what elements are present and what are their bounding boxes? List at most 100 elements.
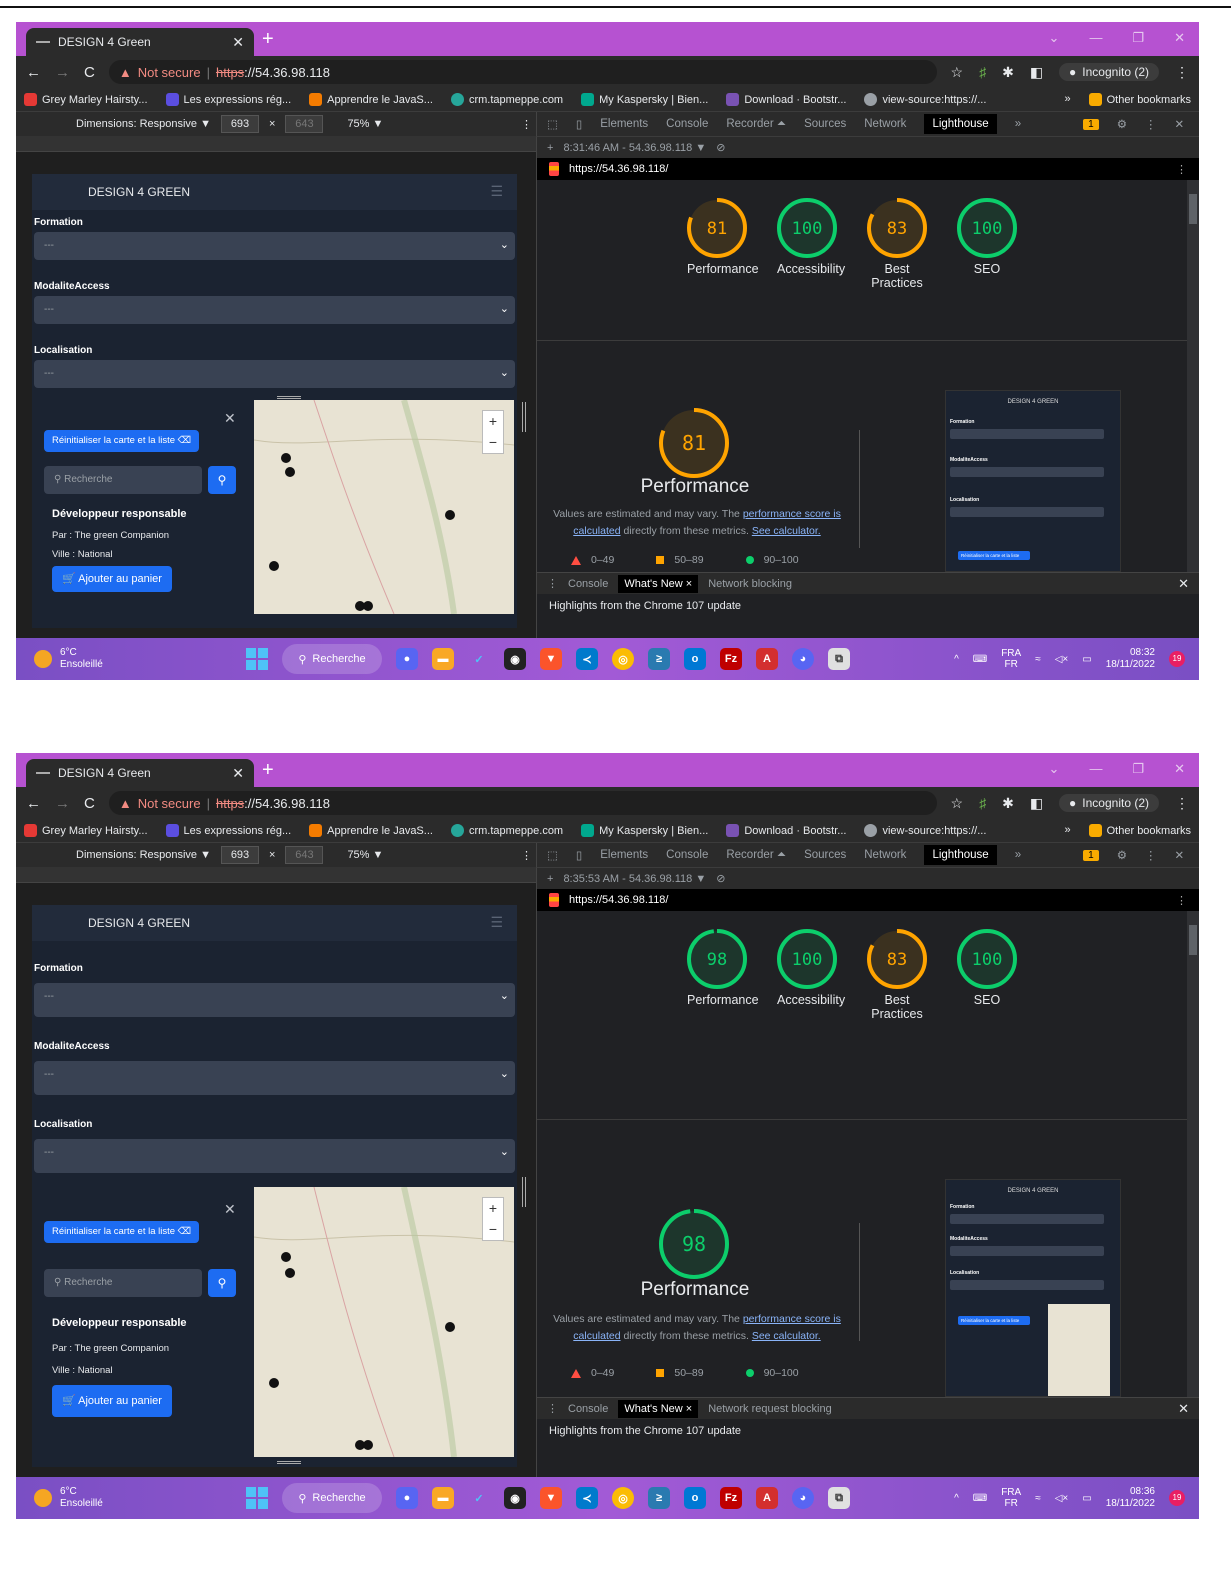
bookmark-item[interactable]: crm.tapmeppe.com (450, 93, 563, 106)
side-panel-icon[interactable]: ◧ (1030, 795, 1043, 812)
site-brand[interactable]: DESIGN 4 GREEN (88, 916, 190, 930)
dimensions-select[interactable]: Dimensions: Responsive ▼ (76, 849, 211, 861)
weather-widget[interactable]: 6°C Ensoleillé (34, 647, 103, 671)
search-input[interactable]: ⚲ Recherche (44, 466, 202, 494)
new-tab-icon[interactable]: + (262, 759, 274, 782)
discord-icon[interactable]: ◕ (792, 648, 814, 670)
discord-icon[interactable]: ◕ (792, 1487, 814, 1509)
drawer-tab-network-blocking[interactable]: Network request blocking (708, 1403, 832, 1415)
score-gauge-accessibility[interactable]: 100 Accessibility (777, 929, 845, 1021)
tab-console[interactable]: Console (666, 118, 708, 130)
maximize-icon[interactable]: ❐ (1132, 30, 1144, 46)
tab-search-icon[interactable]: ⌄ (1049, 30, 1060, 46)
chrome-icon[interactable]: ◎ (612, 648, 634, 670)
more-tabs-icon[interactable]: » (1015, 118, 1021, 130)
drawer-tab-console[interactable]: Console (568, 578, 608, 590)
incognito-badge[interactable]: ● Incognito (2) (1059, 63, 1159, 81)
password-manager-icon[interactable]: ◉ (504, 1487, 526, 1509)
new-tab-icon[interactable]: + (262, 28, 274, 51)
window-close-icon[interactable]: ✕ (1174, 30, 1185, 46)
score-gauge-best-practices[interactable]: 83 Best Practices (867, 198, 927, 290)
report-selector[interactable]: 8:31:46 AM - 54.36.98.118 ▼ (563, 142, 706, 154)
panel-close-icon[interactable]: ✕ (224, 410, 236, 427)
other-bookmarks[interactable]: Other bookmarks (1088, 93, 1191, 106)
wifi-icon[interactable]: ≈ (1035, 1493, 1041, 1504)
weather-widget[interactable]: 6°C Ensoleillé (34, 1486, 103, 1510)
extension-icon[interactable]: ♯ (979, 64, 986, 80)
tray-chevron-icon[interactable]: ^ (954, 1493, 959, 1504)
filezilla-icon[interactable]: Fz (720, 648, 742, 670)
settings-gear-icon[interactable]: ⚙ (1117, 117, 1127, 131)
bookmark-item[interactable]: Les expressions rég... (165, 93, 291, 106)
acrobat-icon[interactable]: A (756, 648, 778, 670)
device-menu-icon[interactable]: ⋮ (521, 849, 532, 862)
hamburger-icon[interactable]: ☰ (490, 914, 503, 931)
reload-icon[interactable]: C (84, 64, 95, 81)
map-view[interactable]: + − (254, 1187, 514, 1457)
report-url[interactable]: https://54.36.98.118/ (569, 894, 668, 906)
bookmark-item[interactable]: Download · Bootstr... (726, 93, 846, 106)
drawer-close-icon[interactable]: ✕ (1178, 1401, 1189, 1417)
site-brand[interactable]: DESIGN 4 GREEN (88, 185, 190, 199)
new-report-icon[interactable]: + (547, 142, 553, 154)
windows-start-icon[interactable] (246, 648, 268, 670)
course-title[interactable]: Développeur responsable (52, 508, 187, 520)
zoom-select[interactable]: 75% ▼ (347, 849, 383, 861)
bookmark-item[interactable]: Grey Marley Hairsty... (24, 93, 148, 106)
more-bookmarks-icon[interactable]: » (1065, 824, 1071, 837)
report-selector[interactable]: 8:35:53 AM - 54.36.98.118 ▼ (563, 873, 706, 885)
reset-map-button[interactable]: Réinitialiser la carte et la liste ⌫ (44, 430, 200, 452)
search-input[interactable]: ⚲ Recherche (44, 1269, 202, 1297)
modalite-select[interactable]: --- ⌄ (34, 1061, 515, 1095)
taskbar-search[interactable]: ⚲ Recherche (282, 1483, 382, 1513)
tab-console[interactable]: Console (666, 849, 708, 861)
tab-close-icon[interactable]: ✕ (232, 765, 244, 782)
forward-icon[interactable]: → (55, 795, 70, 812)
device-menu-icon[interactable]: ⋮ (521, 118, 532, 131)
bookmark-star-icon[interactable]: ☆ (951, 64, 964, 81)
tab-lighthouse[interactable]: Lighthouse (924, 845, 997, 865)
add-to-cart-button[interactable]: 🛒 Ajouter au panier (52, 566, 172, 592)
windows-start-icon[interactable] (246, 1487, 268, 1509)
more-bookmarks-icon[interactable]: » (1065, 93, 1071, 106)
clock[interactable]: 08:32 18/11/2022 (1106, 647, 1155, 671)
forward-icon[interactable]: → (55, 64, 70, 81)
drawer-menu-icon[interactable]: ⋮ (547, 577, 558, 590)
wifi-icon[interactable]: ≈ (1035, 654, 1041, 665)
back-icon[interactable]: ← (26, 64, 41, 81)
keyboard-icon[interactable]: ⌨ (973, 1493, 987, 1504)
new-report-icon[interactable]: + (547, 873, 553, 885)
report-menu-icon[interactable]: ⋮ (1176, 163, 1187, 176)
snipping-tool-icon[interactable]: ⧉ (828, 648, 850, 670)
devtools-close-icon[interactable]: ✕ (1175, 117, 1185, 131)
formation-select[interactable]: --- ⌄ (34, 232, 515, 260)
taskbar-search[interactable]: ⚲ Recherche (282, 644, 382, 674)
menu-kebab-icon[interactable]: ⋮ (1175, 64, 1189, 81)
tab-recorder[interactable]: Recorder ⏶ (726, 118, 786, 131)
bookmark-item[interactable]: Grey Marley Hairsty... (24, 824, 148, 837)
panel-close-icon[interactable]: ✕ (224, 1201, 236, 1218)
reload-icon[interactable]: C (84, 795, 95, 812)
bookmark-item[interactable]: My Kaspersky | Bien... (581, 824, 708, 837)
meet-icon[interactable]: ● (396, 648, 418, 670)
bookmark-item[interactable]: Apprendre le JavaS... (309, 824, 433, 837)
course-title[interactable]: Développeur responsable (52, 1317, 187, 1329)
device-toggle-icon[interactable]: ▯ (576, 117, 582, 131)
url-field[interactable]: ▲ Not secure | https://54.36.98.118 (108, 791, 937, 815)
outlook-icon[interactable]: o (684, 648, 706, 670)
see-calculator-link[interactable]: See calculator. (752, 1330, 821, 1342)
language-indicator[interactable]: FRA FR (1001, 1487, 1021, 1509)
see-calculator-link[interactable]: See calculator. (752, 525, 821, 537)
report-scrollbar[interactable] (1187, 911, 1199, 1397)
todo-icon[interactable]: ✓ (468, 648, 490, 670)
add-to-cart-button[interactable]: 🛒 Ajouter au panier (52, 1385, 172, 1417)
bookmark-item[interactable]: Download · Bootstr... (726, 824, 846, 837)
browser-tab[interactable]: DESIGN 4 Green ✕ (26, 759, 254, 787)
zoom-select[interactable]: 75% ▼ (347, 118, 383, 130)
resize-grip[interactable] (277, 396, 301, 399)
issues-badge[interactable]: 1 (1083, 118, 1099, 130)
report-scrollbar[interactable] (1187, 180, 1199, 572)
score-gauge-performance[interactable]: 81 Performance (687, 198, 759, 290)
notification-badge[interactable]: 19 (1169, 651, 1185, 667)
bookmark-item[interactable]: Apprendre le JavaS... (309, 93, 433, 106)
